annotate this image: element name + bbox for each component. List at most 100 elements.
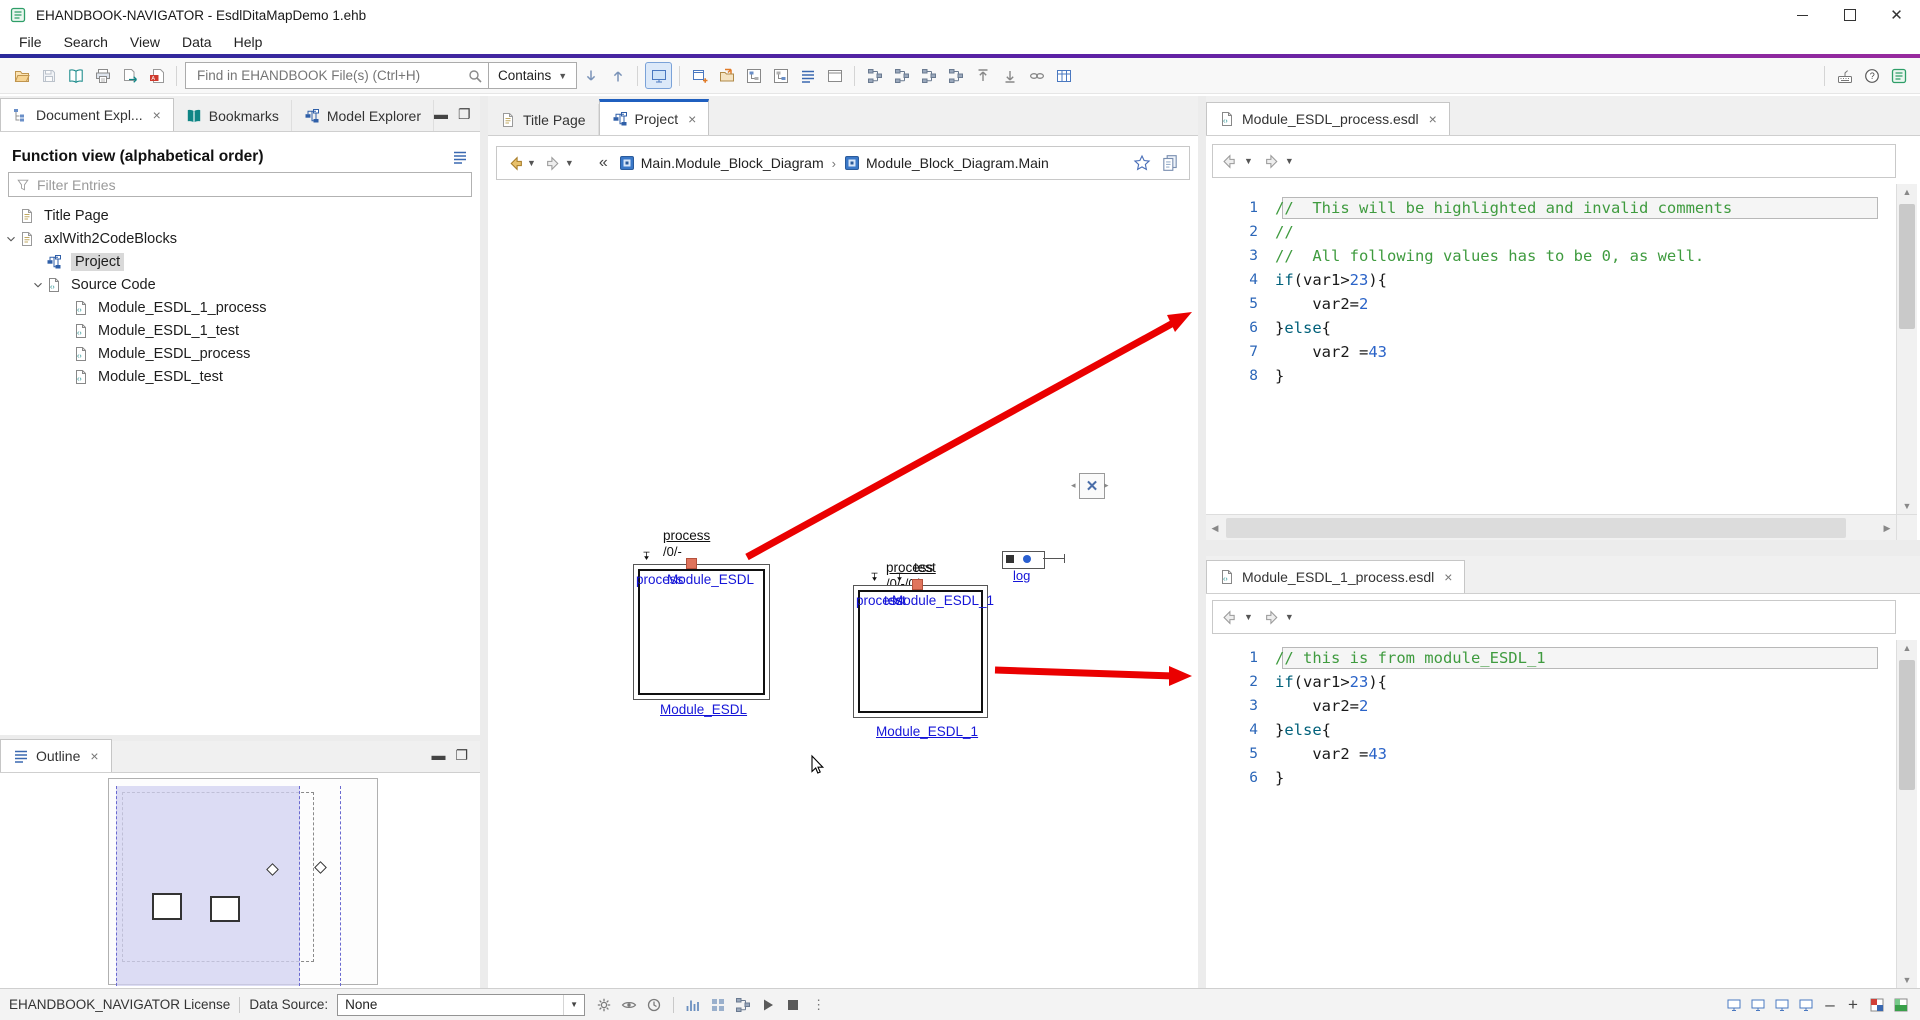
editor-back-icon[interactable] bbox=[1223, 153, 1240, 170]
close-tab-icon[interactable]: × bbox=[1444, 569, 1452, 585]
view-menu-icon[interactable] bbox=[452, 149, 468, 165]
minimize-view-icon[interactable]: ▬ bbox=[434, 106, 448, 123]
perspective-red-icon[interactable] bbox=[1867, 995, 1887, 1015]
maximize-view-icon[interactable]: ❐ bbox=[455, 747, 468, 764]
close-tab-icon[interactable]: × bbox=[688, 111, 696, 127]
menu-file[interactable]: File bbox=[8, 31, 53, 53]
close-tab-icon[interactable]: × bbox=[153, 107, 161, 123]
nav-forward-dropdown-icon[interactable]: ▼ bbox=[565, 158, 574, 168]
perspective-green-icon[interactable] bbox=[1891, 995, 1911, 1015]
tree-item-axlwith2codeblocks[interactable]: axlWith2CodeBlocks bbox=[0, 227, 478, 250]
minimize-view-icon[interactable]: ▬ bbox=[431, 747, 445, 764]
layout-4-icon[interactable] bbox=[1796, 995, 1816, 1015]
favorite-star-icon[interactable] bbox=[1133, 154, 1151, 172]
menu-help[interactable]: Help bbox=[223, 31, 274, 53]
log-block[interactable] bbox=[1002, 551, 1045, 569]
diagram-canvas[interactable]: process /0/- process Module_ESDL Module_… bbox=[488, 184, 1198, 988]
menu-data[interactable]: Data bbox=[171, 31, 223, 53]
block2-port-marker[interactable] bbox=[912, 579, 923, 590]
editor-forward-icon[interactable] bbox=[1264, 609, 1281, 626]
keyboard-icon[interactable] bbox=[1832, 63, 1857, 88]
close-tab-icon[interactable]: × bbox=[1429, 111, 1437, 127]
play-icon[interactable] bbox=[758, 995, 778, 1015]
block1-caption[interactable]: Module_ESDL bbox=[660, 702, 747, 717]
new-window-icon[interactable] bbox=[687, 63, 712, 88]
nav-back-icon[interactable] bbox=[507, 155, 524, 172]
pin-up-icon[interactable] bbox=[970, 63, 995, 88]
breadcrumb-item[interactable]: Module_Block_Diagram.Main bbox=[866, 155, 1049, 171]
tree-item-module-esdl-1-process[interactable]: ‹›Module_ESDL_1_process bbox=[0, 296, 478, 319]
tab-outline[interactable]: Outline× bbox=[0, 739, 112, 772]
refresh-clock-icon[interactable] bbox=[644, 995, 664, 1015]
editor-back-icon[interactable] bbox=[1223, 609, 1240, 626]
splitter-left-center[interactable] bbox=[480, 96, 488, 988]
minimize-button[interactable] bbox=[1779, 0, 1826, 30]
tab-project[interactable]: Project× bbox=[599, 99, 710, 135]
editor-splitter[interactable] bbox=[1206, 540, 1920, 556]
overflow-icon[interactable]: ⋮ bbox=[812, 997, 826, 1013]
datasource-combobox[interactable]: None ▼ bbox=[337, 994, 585, 1016]
search-input[interactable] bbox=[195, 67, 467, 84]
pin-down-icon[interactable] bbox=[997, 63, 1022, 88]
arrow-down-icon[interactable] bbox=[578, 63, 603, 88]
maximize-view-icon[interactable]: ❐ bbox=[458, 106, 471, 123]
chevron-down-icon[interactable] bbox=[2, 232, 19, 246]
editor-back-dropdown-icon[interactable]: ▼ bbox=[1244, 156, 1253, 166]
open-folder-icon[interactable] bbox=[9, 63, 34, 88]
editor-forward-dropdown-icon[interactable]: ▼ bbox=[1285, 156, 1294, 166]
export-page-icon[interactable] bbox=[117, 63, 142, 88]
close-tab-icon[interactable]: × bbox=[90, 748, 98, 764]
tree-item-project[interactable]: Project bbox=[0, 250, 478, 273]
floating-delete-box[interactable]: ✕ bbox=[1079, 473, 1105, 499]
code-line-7[interactable]: 7 var2 =43 bbox=[1206, 340, 1896, 364]
ehandbook-icon[interactable] bbox=[1886, 63, 1911, 88]
window-view-icon[interactable] bbox=[822, 63, 847, 88]
breadcrumb-item[interactable]: Main.Module_Block_Diagram bbox=[641, 155, 824, 171]
flow-broken-icon[interactable] bbox=[943, 63, 968, 88]
settings-gear-icon[interactable] bbox=[594, 995, 614, 1015]
tab-title-page[interactable]: Title Page bbox=[488, 104, 599, 135]
save-icon[interactable] bbox=[36, 63, 61, 88]
tree-item-title-page[interactable]: Title Page bbox=[0, 204, 478, 227]
diagram-settings-icon[interactable] bbox=[741, 63, 766, 88]
editor1-code[interactable]: 1// This will be highlighted and invalid… bbox=[1206, 184, 1896, 514]
editor2-code[interactable]: 1// this is from module_ESDL_12if(var1>2… bbox=[1206, 640, 1896, 988]
splitter-center-right[interactable] bbox=[1198, 96, 1206, 988]
code-line-1[interactable]: 1// this is from module_ESDL_1 bbox=[1206, 646, 1896, 670]
block2-caption[interactable]: Module_ESDL_1 bbox=[876, 724, 978, 739]
nav-forward-icon[interactable] bbox=[545, 155, 562, 172]
editor1-vscrollbar[interactable]: ▲ ▼ bbox=[1896, 184, 1917, 514]
code-line-2[interactable]: 2// bbox=[1206, 220, 1896, 244]
breadcrumb-collapse-icon[interactable]: « bbox=[599, 154, 608, 172]
layout-2-icon[interactable] bbox=[1748, 995, 1768, 1015]
tab-bookmarks[interactable]: Bookmarks bbox=[174, 100, 292, 131]
stop-icon[interactable] bbox=[783, 995, 803, 1015]
nav-back-dropdown-icon[interactable]: ▼ bbox=[527, 158, 536, 168]
code-line-5[interactable]: 5 var2=2 bbox=[1206, 292, 1896, 316]
link-chain-icon[interactable] bbox=[1024, 63, 1049, 88]
pdf-icon[interactable]: A bbox=[144, 63, 169, 88]
table-view-icon[interactable] bbox=[1051, 63, 1076, 88]
code-line-8[interactable]: 8} bbox=[1206, 364, 1896, 388]
block1-port-marker[interactable] bbox=[686, 558, 697, 569]
code-line-1[interactable]: 1// This will be highlighted and invalid… bbox=[1206, 196, 1896, 220]
tree-item-module-esdl-1-test[interactable]: ‹›Module_ESDL_1_test bbox=[0, 319, 478, 342]
code-line-4[interactable]: 4if(var1>23){ bbox=[1206, 268, 1896, 292]
print-icon[interactable] bbox=[90, 63, 115, 88]
flow-merge-icon[interactable] bbox=[889, 63, 914, 88]
grid-view-icon[interactable] bbox=[708, 995, 728, 1015]
memory-chart-icon[interactable] bbox=[683, 995, 703, 1015]
close-button[interactable]: ✕ bbox=[1873, 0, 1920, 30]
code-line-3[interactable]: 3 var2=2 bbox=[1206, 694, 1896, 718]
help-icon[interactable]: ? bbox=[1859, 63, 1884, 88]
filter-entries-box[interactable]: Filter Entries bbox=[8, 172, 472, 197]
diagram-view-icon[interactable] bbox=[733, 995, 753, 1015]
list-view-icon[interactable] bbox=[795, 63, 820, 88]
zoom-out-button[interactable]: – bbox=[1821, 995, 1839, 1015]
code-line-4[interactable]: 4}else{ bbox=[1206, 718, 1896, 742]
tree-item-source-code[interactable]: ‹›Source Code bbox=[0, 273, 478, 296]
code-line-5[interactable]: 5 var2 =43 bbox=[1206, 742, 1896, 766]
menu-search[interactable]: Search bbox=[53, 31, 119, 53]
layout-3-icon[interactable] bbox=[1772, 995, 1792, 1015]
editor-back-dropdown-icon[interactable]: ▼ bbox=[1244, 612, 1253, 622]
